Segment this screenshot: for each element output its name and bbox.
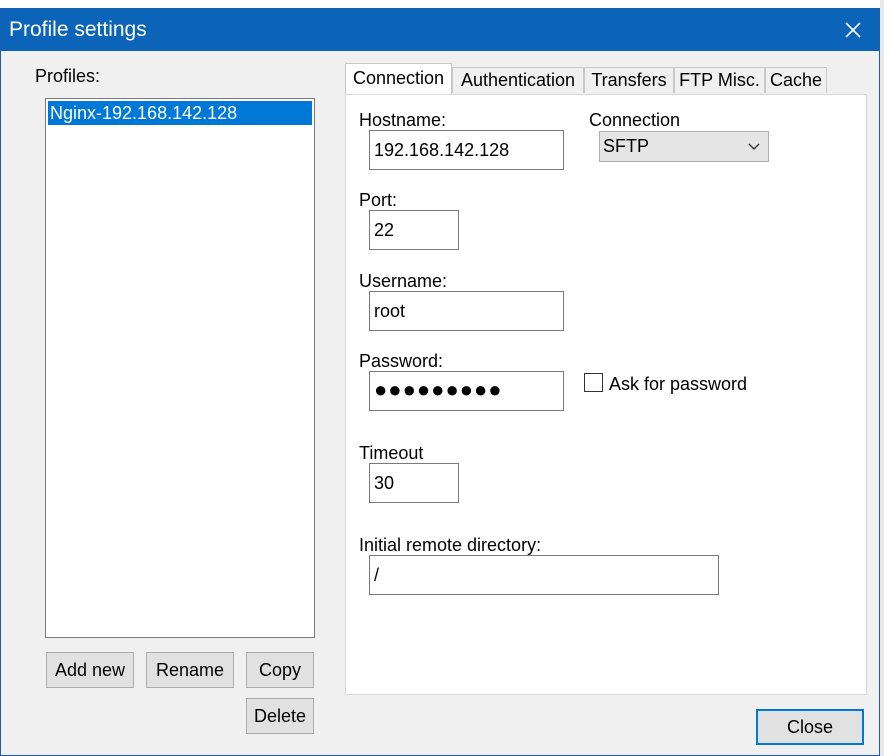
tab-cache[interactable]: Cache [765, 67, 827, 93]
close-icon[interactable] [835, 13, 871, 47]
connection-value: SFTP [603, 136, 650, 156]
tab-connection[interactable]: Connection [345, 63, 452, 94]
hostname-label: Hostname: [359, 110, 447, 130]
profiles-label: Profiles: [35, 66, 101, 86]
connection-select[interactable]: SFTP [599, 131, 769, 162]
ask-for-password-checkbox[interactable] [584, 373, 603, 392]
title-bar: Profile settings [1, 9, 879, 51]
ask-for-password-label[interactable]: Ask for password [609, 374, 747, 395]
list-item[interactable]: Nginx-192.168.142.128 [48, 101, 312, 125]
timeout-field[interactable] [369, 463, 459, 503]
username-label: Username: [359, 271, 448, 291]
add-new-button[interactable]: Add new [46, 652, 134, 688]
tab-ftp-misc[interactable]: FTP Misc. [674, 67, 765, 93]
username-field[interactable] [369, 291, 564, 331]
close-button[interactable]: Close [756, 709, 864, 745]
connection-label: Connection [589, 110, 681, 130]
remote-directory-field[interactable] [369, 555, 719, 595]
password-label: Password: [359, 351, 444, 371]
profiles-list[interactable]: Nginx-192.168.142.128 [45, 98, 315, 638]
hostname-field[interactable] [369, 130, 564, 170]
background-window-edge [880, 0, 884, 756]
port-label: Port: [359, 190, 398, 210]
timeout-label: Timeout [359, 443, 424, 463]
port-field[interactable] [369, 210, 459, 250]
rename-button[interactable]: Rename [146, 652, 234, 688]
tab-transfers[interactable]: Transfers [584, 67, 674, 93]
profile-settings-dialog: Profile settings Profiles: Nginx-192.168… [0, 8, 880, 756]
copy-button[interactable]: Copy [246, 652, 314, 688]
chevron-down-icon [748, 143, 760, 150]
tab-authentication[interactable]: Authentication [452, 67, 584, 93]
password-field[interactable]: ●●●●●●●●● [369, 371, 564, 411]
remote-directory-label: Initial remote directory: [359, 535, 542, 555]
delete-button[interactable]: Delete [246, 698, 314, 734]
dialog-title: Profile settings [9, 18, 147, 41]
